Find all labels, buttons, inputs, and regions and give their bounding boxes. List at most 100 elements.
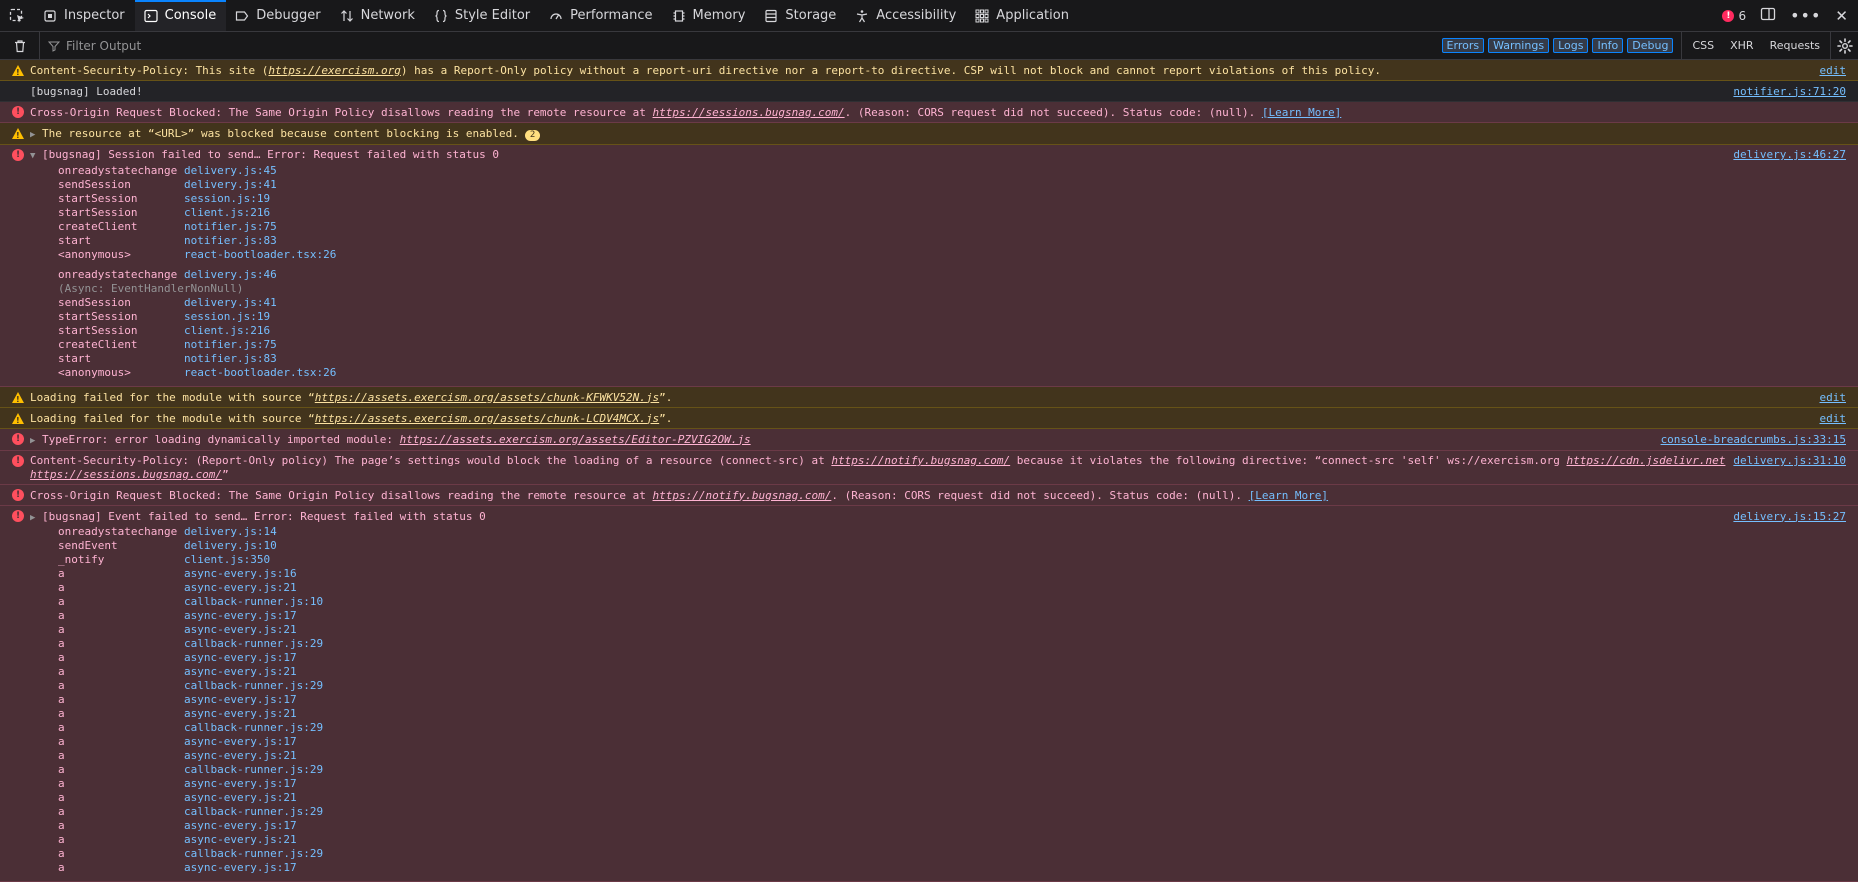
- stack-frame-link[interactable]: delivery.js:41: [184, 296, 277, 310]
- error-icon: !: [12, 433, 24, 445]
- stack-frame-function: createClient: [58, 338, 138, 351]
- filter-css-button[interactable]: CSS: [1692, 39, 1714, 52]
- tab-storage[interactable]: Storage: [755, 0, 846, 31]
- message-link[interactable]: https://assets.exercism.org/assets/chunk…: [315, 412, 659, 425]
- message-link[interactable]: https://notify.bugsnag.com/: [653, 489, 832, 502]
- stack-frame-link[interactable]: async-every.js:21: [184, 707, 297, 721]
- accessibility-icon: [854, 8, 870, 24]
- tab-debugger[interactable]: Debugger: [226, 0, 330, 31]
- tab-application[interactable]: Application: [966, 0, 1079, 31]
- stack-frame-link[interactable]: async-every.js:17: [184, 777, 297, 791]
- source-location-link[interactable]: console-breadcrumbs.js:33:15: [1661, 433, 1846, 447]
- source-location-link[interactable]: edit: [1820, 412, 1847, 426]
- stack-frame-link[interactable]: callback-runner.js:29: [184, 763, 323, 777]
- stack-frame-link[interactable]: callback-runner.js:29: [184, 637, 323, 651]
- tab-network[interactable]: Network: [331, 0, 425, 31]
- close-icon[interactable]: ✕: [1835, 7, 1848, 25]
- stack-frame: a async-every.js:21: [58, 833, 1848, 847]
- source-location-link[interactable]: edit: [1820, 64, 1847, 78]
- expand-arrow-icon[interactable]: ▶: [30, 128, 40, 142]
- learn-more-link[interactable]: [Learn More]: [1262, 106, 1341, 119]
- stack-frame-link[interactable]: async-every.js:21: [184, 665, 297, 679]
- tab-inspector[interactable]: Inspector: [34, 0, 135, 31]
- stack-frame-function: a: [58, 804, 65, 818]
- element-picker-button[interactable]: [0, 0, 34, 31]
- clear-console-button[interactable]: [0, 32, 40, 59]
- message-link[interactable]: https://cdn.jsdelivr.net: [1566, 454, 1725, 467]
- error-count-badge[interactable]: ! 6: [1722, 9, 1746, 23]
- tab-console[interactable]: Console: [134, 0, 227, 31]
- source-location-link[interactable]: delivery.js:31:10: [1733, 454, 1846, 468]
- stack-frame-link[interactable]: delivery.js:45: [184, 164, 277, 178]
- stack-frame-link[interactable]: async-every.js:17: [184, 735, 297, 749]
- message-link[interactable]: https://assets.exercism.org/assets/Edito…: [400, 433, 751, 446]
- stack-frame-link[interactable]: client.js:216: [184, 324, 270, 338]
- stack-frame-link[interactable]: delivery.js:41: [184, 178, 277, 192]
- tab-performance[interactable]: Performance: [540, 0, 662, 31]
- collapse-arrow-icon[interactable]: ▼: [30, 149, 40, 163]
- warning-icon: [12, 412, 24, 428]
- stack-frame-link[interactable]: async-every.js:21: [184, 749, 297, 763]
- filter-debug-button[interactable]: Debug: [1627, 38, 1674, 53]
- source-location-link[interactable]: notifier.js:71:20: [1733, 85, 1846, 99]
- stack-frame-function: a: [58, 650, 65, 664]
- message-link[interactable]: https://exercism.org: [268, 64, 400, 77]
- message-link[interactable]: https://sessions.bugsnag.com/: [30, 468, 222, 481]
- filter-info-button[interactable]: Info: [1592, 38, 1624, 53]
- stack-frame-link[interactable]: callback-runner.js:29: [184, 847, 323, 861]
- stack-frame-link[interactable]: client.js:350: [184, 553, 270, 567]
- stack-frame-link[interactable]: async-every.js:17: [184, 819, 297, 833]
- tab-style-editor[interactable]: Style Editor: [425, 0, 540, 31]
- more-options-icon[interactable]: •••: [1790, 6, 1821, 25]
- filter-xhr-button[interactable]: XHR: [1730, 39, 1753, 52]
- learn-more-link[interactable]: [Learn More]: [1249, 489, 1328, 502]
- stack-frame-link[interactable]: notifier.js:75: [184, 220, 277, 234]
- message-link[interactable]: https://assets.exercism.org/assets/chunk…: [315, 391, 659, 404]
- stack-frame: a async-every.js:17: [58, 609, 1848, 623]
- tab-accessibility[interactable]: Accessibility: [846, 0, 966, 31]
- stack-frame-link[interactable]: async-every.js:17: [184, 861, 297, 875]
- stack-frame-link[interactable]: notifier.js:83: [184, 352, 277, 366]
- filter-requests-button[interactable]: Requests: [1770, 39, 1820, 52]
- stack-frame-link[interactable]: async-every.js:21: [184, 833, 297, 847]
- stack-frame-link[interactable]: react-bootloader.tsx:26: [184, 248, 336, 262]
- dock-icon[interactable]: [1760, 6, 1776, 26]
- source-location-link[interactable]: delivery.js:46:27: [1733, 148, 1846, 162]
- console-settings-button[interactable]: [1830, 32, 1858, 59]
- filter-errors-button[interactable]: Errors: [1441, 38, 1485, 53]
- stack-frame-link[interactable]: callback-runner.js:29: [184, 805, 323, 819]
- stack-frame-link[interactable]: session.js:19: [184, 310, 270, 324]
- source-location-link[interactable]: edit: [1820, 391, 1847, 405]
- stack-frame-link[interactable]: async-every.js:21: [184, 623, 297, 637]
- stack-frame-link[interactable]: client.js:216: [184, 206, 270, 220]
- repeat-count-badge: 2: [524, 129, 541, 141]
- source-location-link[interactable]: delivery.js:15:27: [1733, 510, 1846, 524]
- stack-frame-function: a: [58, 692, 65, 706]
- expand-arrow-icon[interactable]: ▶: [30, 511, 40, 525]
- stack-frame-link[interactable]: callback-runner.js:29: [184, 679, 323, 693]
- stack-frame-link[interactable]: session.js:19: [184, 192, 270, 206]
- stack-frame-link[interactable]: delivery.js:10: [184, 539, 277, 553]
- stack-frame-link[interactable]: notifier.js:75: [184, 338, 277, 352]
- filter-warnings-button[interactable]: Warnings: [1488, 38, 1550, 53]
- tab-label: Style Editor: [454, 8, 531, 23]
- stack-frame-link[interactable]: react-bootloader.tsx:26: [184, 366, 336, 380]
- stack-frame-link[interactable]: async-every.js:17: [184, 651, 297, 665]
- stack-frame-link[interactable]: callback-runner.js:29: [184, 721, 323, 735]
- stack-frame-link[interactable]: async-every.js:16: [184, 567, 297, 581]
- stack-frame-link[interactable]: async-every.js:17: [184, 693, 297, 707]
- stack-frame-link[interactable]: async-every.js:21: [184, 791, 297, 805]
- stack-frame-link[interactable]: async-every.js:17: [184, 609, 297, 623]
- stack-frame-link[interactable]: async-every.js:21: [184, 581, 297, 595]
- message-link[interactable]: https://sessions.bugsnag.com/: [653, 106, 845, 119]
- filter-logs-button[interactable]: Logs: [1553, 38, 1589, 53]
- stack-frame-link[interactable]: delivery.js:46: [184, 268, 277, 282]
- stack-frame-function: a: [58, 748, 65, 762]
- expand-arrow-icon[interactable]: ▶: [30, 434, 40, 448]
- filter-output-input[interactable]: [64, 37, 564, 54]
- tab-memory[interactable]: Memory: [663, 0, 756, 31]
- stack-frame-link[interactable]: delivery.js:14: [184, 525, 277, 539]
- message-link[interactable]: https://notify.bugsnag.com/: [831, 454, 1010, 467]
- stack-frame-link[interactable]: callback-runner.js:10: [184, 595, 323, 609]
- stack-frame-link[interactable]: notifier.js:83: [184, 234, 277, 248]
